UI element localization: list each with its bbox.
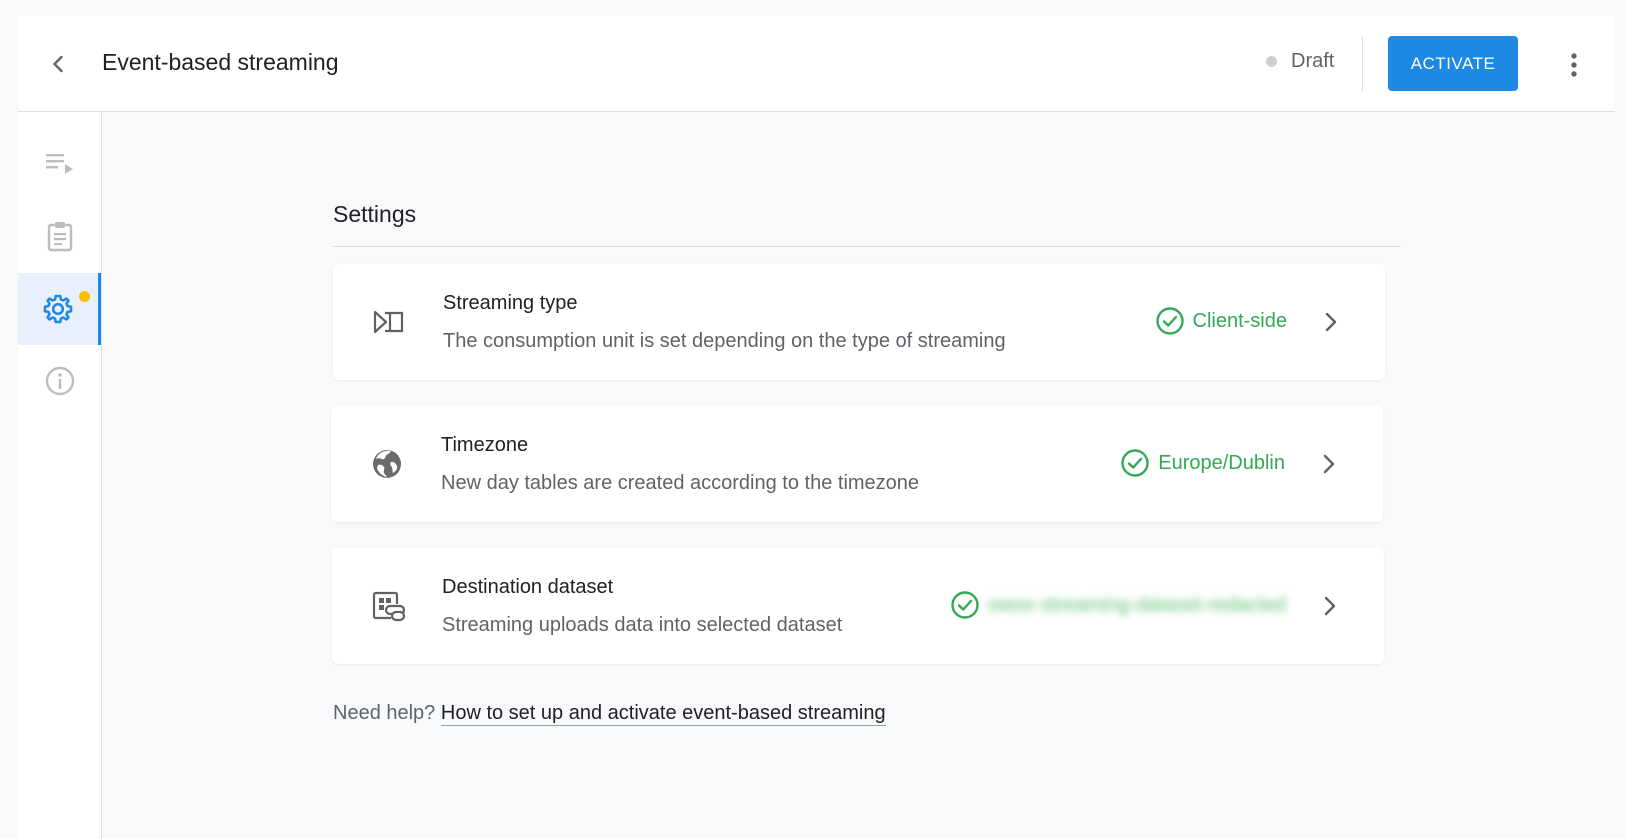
card-title: Destination dataset [442,576,614,598]
sidebar-item-events[interactable] [18,128,101,200]
card-description: Streaming uploads data into selected dat… [442,614,843,636]
check-circle-icon [1155,306,1185,336]
setting-card-streaming-type[interactable]: Streaming type The consumption unit is s… [333,264,1385,380]
sidebar-item-overview[interactable] [18,200,101,272]
notification-badge [79,291,90,302]
card-value-text: Europe/Dublin [1158,451,1285,474]
more-vert-icon [1571,53,1577,77]
globe-icon [369,446,405,482]
check-circle-icon [1120,448,1150,478]
card-value: owox-streaming-dataset-redacted [950,590,1286,620]
card-value-text: Client-side [1192,309,1287,332]
card-title: Timezone [441,434,529,456]
side-navigation [18,112,102,839]
dataset-link-icon [370,588,406,624]
section-title: Settings [333,201,417,227]
chevron-right-icon [1319,308,1343,336]
gear-icon [43,294,73,324]
card-description: The consumption unit is set depending on… [443,330,1006,352]
streaming-type-icon [371,304,407,340]
chevron-right-icon [1317,450,1341,478]
card-description: New day tables are created according to … [441,472,920,494]
info-icon [45,366,74,396]
card-value-text-redacted: owox-streaming-dataset-redacted [988,593,1286,616]
activate-button[interactable]: ACTIVATE [1388,36,1518,91]
back-button[interactable] [42,48,74,80]
help-prefix: Need help? [333,702,436,724]
sidebar-item-settings[interactable] [18,273,101,345]
chevron-right-icon [1318,592,1342,620]
sidebar-item-info[interactable] [18,345,101,417]
top-bar: Event-based streaming Draft ACTIVATE [18,16,1615,112]
help-text: Need help? How to set up and activate ev… [333,702,886,726]
status-label: Draft [1291,50,1335,72]
playlist-icon [45,154,73,174]
card-value: Europe/Dublin [1120,448,1285,478]
clipboard-icon [47,222,72,252]
app-window: Event-based streaming Draft ACTIVATE Set… [18,16,1615,839]
card-title: Streaming type [443,292,578,314]
setting-card-destination-dataset[interactable]: Destination dataset Streaming uploads da… [332,548,1384,664]
more-options-button[interactable] [1560,49,1588,81]
help-link[interactable]: How to set up and activate event-based s… [440,702,886,726]
section-divider [333,246,1401,247]
setting-card-timezone[interactable]: Timezone New day tables are created acco… [331,406,1383,522]
check-circle-icon [950,590,980,620]
divider [1362,36,1363,92]
status-dot [1266,56,1277,67]
page-title: Event-based streaming [102,49,339,75]
status-indicator: Draft [1266,50,1334,73]
arrow-back-icon [53,55,63,73]
card-value: Client-side [1155,306,1287,336]
